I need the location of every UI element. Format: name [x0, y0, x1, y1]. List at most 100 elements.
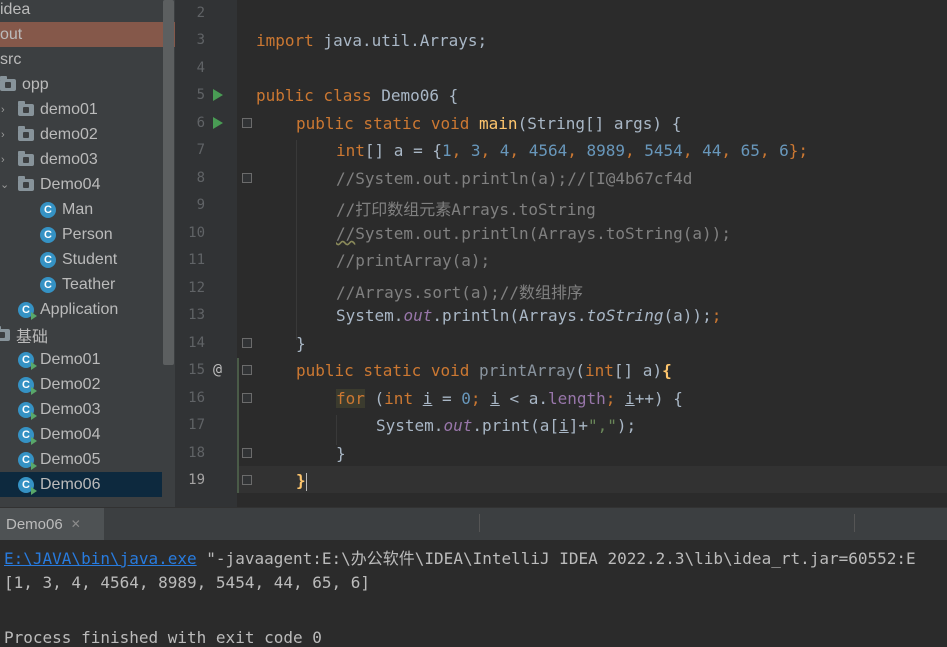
- code-token: public: [256, 86, 314, 105]
- code-line-3[interactable]: import java.util.Arrays;: [256, 31, 487, 50]
- tree-item-opp[interactable]: opp: [0, 72, 162, 97]
- fold-icon[interactable]: [242, 173, 252, 183]
- tree-item-demo01-class[interactable]: C Demo01: [0, 347, 162, 372]
- code-line-14[interactable]: }: [296, 334, 306, 353]
- line-number: 18: [188, 445, 205, 461]
- tree-item-demo02[interactable]: › demo02: [0, 122, 162, 147]
- console-output: [1, 3, 4, 4564, 8989, 5454, 44, 65, 6]: [4, 573, 371, 592]
- tree-item-label: Teather: [62, 275, 116, 293]
- tree-item-src[interactable]: src: [0, 47, 162, 72]
- tree-item-label: Demo04: [40, 425, 101, 443]
- code-line-5[interactable]: public class Demo06 {: [256, 86, 458, 105]
- code-line-10[interactable]: //System.out.println(Arrays.toString(a))…: [336, 224, 731, 243]
- line-number: 3: [196, 32, 205, 48]
- code-token: 65: [740, 141, 760, 160]
- line-number: 13: [188, 307, 205, 323]
- chevron-down-icon[interactable]: ⌄: [0, 178, 9, 191]
- code-line-13[interactable]: System.out.println(Arrays.toString(a));;: [336, 306, 721, 325]
- code-token: .print(a[: [472, 416, 560, 435]
- code-line-19[interactable]: }: [296, 471, 307, 491]
- code-line-6[interactable]: public static void main(String[] args) {: [296, 114, 681, 133]
- tree-item-label: Student: [62, 250, 118, 268]
- code-line-7[interactable]: int[] a = {1, 3, 4, 4564, 8989, 5454, 44…: [336, 141, 808, 160]
- code-token: ;: [711, 306, 722, 325]
- fold-icon[interactable]: [242, 365, 252, 375]
- fold-icon[interactable]: [242, 475, 252, 485]
- fold-icon[interactable]: [242, 118, 252, 128]
- override-marker-icon[interactable]: @: [213, 360, 222, 378]
- code-token: ,: [480, 141, 500, 160]
- chevron-right-icon[interactable]: ›: [1, 154, 5, 166]
- tree-item-application[interactable]: C Application: [0, 297, 162, 322]
- code-line-17[interactable]: System.out.print(a[i]+",");: [376, 416, 636, 435]
- code-token: ++) {: [634, 389, 683, 408]
- code-token: ]+: [568, 416, 588, 435]
- package-folder-icon: [18, 175, 34, 191]
- code-token: i: [559, 416, 569, 435]
- run-tab-demo06[interactable]: Demo06 ✕: [0, 508, 104, 540]
- line-number: 11: [188, 252, 205, 268]
- tree-item-label: Demo04: [40, 175, 101, 193]
- code-token: System.: [336, 306, 404, 325]
- tree-item-teather[interactable]: C Teather: [0, 272, 162, 297]
- tree-item-label: demo01: [40, 100, 98, 118]
- code-token: int: [585, 361, 614, 380]
- tree-item-person[interactable]: C Person: [0, 222, 162, 247]
- line-number: 7: [196, 142, 205, 158]
- code-line-18[interactable]: }: [336, 444, 346, 463]
- project-tree: idea out src opp › demo01 › demo02 › dem…: [0, 0, 175, 507]
- run-main-icon[interactable]: [213, 117, 223, 129]
- code-token: for: [336, 389, 365, 408]
- code-token: 6: [779, 141, 789, 160]
- code-line-15[interactable]: public static void printArray(int[] a){: [296, 361, 672, 380]
- code-line-16[interactable]: for (int i = 0; i < a.length; i++) {: [336, 389, 683, 408]
- console-exit-message: Process finished with exit code 0: [4, 628, 322, 647]
- tree-item-label: out: [0, 25, 23, 43]
- project-tree-scrollbar[interactable]: [163, 0, 174, 365]
- tree-item-demo04-package[interactable]: ⌄ Demo04: [0, 172, 162, 197]
- code-token: public static void: [296, 114, 470, 133]
- tree-item-demo05-class[interactable]: C Demo05: [0, 447, 162, 472]
- chevron-right-icon[interactable]: ›: [1, 129, 5, 141]
- tree-item-demo01[interactable]: › demo01: [0, 97, 162, 122]
- tree-item-idea[interactable]: idea: [0, 0, 162, 22]
- code-token: ",": [587, 416, 617, 435]
- fold-icon[interactable]: [242, 338, 252, 348]
- tree-item-demo03-class[interactable]: C Demo03: [0, 397, 162, 422]
- class-icon: C: [40, 276, 56, 293]
- tree-item-label: Demo06: [40, 475, 101, 493]
- run-class-icon[interactable]: [213, 89, 223, 101]
- code-token: int: [384, 389, 414, 408]
- tree-item-basics[interactable]: 基础: [0, 322, 162, 347]
- tree-item-demo04-class[interactable]: C Demo04: [0, 422, 162, 447]
- toolbar-divider: [479, 514, 480, 532]
- code-token: 4: [499, 141, 510, 160]
- close-icon[interactable]: ✕: [71, 517, 81, 531]
- run-console[interactable]: E:\JAVA\bin\java.exe "-javaagent:E:\办公软件…: [0, 540, 947, 647]
- code-token: };: [788, 141, 809, 160]
- code-token: main: [479, 114, 518, 133]
- tree-item-demo02-class[interactable]: C Demo02: [0, 372, 162, 397]
- code-token: java.util.Arrays;: [313, 31, 488, 50]
- tree-item-demo06-class[interactable]: C Demo06: [0, 472, 162, 497]
- code-token: //: [336, 224, 356, 243]
- java-exe-link[interactable]: E:\JAVA\bin\java.exe: [4, 549, 197, 568]
- fold-icon[interactable]: [242, 448, 252, 458]
- code-token: }: [296, 471, 306, 490]
- fold-icon[interactable]: [242, 393, 252, 403]
- code-token: 4564: [528, 141, 568, 160]
- code-token: toString: [586, 306, 664, 325]
- tree-item-out[interactable]: out: [0, 22, 175, 47]
- tree-item-student[interactable]: C Student: [0, 247, 162, 272]
- code-line-12[interactable]: //Arrays.sort(a);//数组排序: [336, 279, 583, 303]
- code-token: i: [422, 389, 433, 408]
- tree-item-demo03[interactable]: › demo03: [0, 147, 162, 172]
- chevron-right-icon[interactable]: ›: [1, 104, 5, 116]
- code-token: 3: [470, 141, 481, 160]
- line-number: 12: [188, 280, 205, 296]
- code-line-8[interactable]: //System.out.println(a);//[I@4b67cf4d: [336, 169, 692, 188]
- code-line-9[interactable]: //打印数组元素Arrays.toString: [336, 196, 596, 220]
- tree-item-man[interactable]: C Man: [0, 197, 162, 222]
- runnable-class-icon: C: [18, 476, 37, 495]
- code-line-11[interactable]: //printArray(a);: [336, 251, 490, 270]
